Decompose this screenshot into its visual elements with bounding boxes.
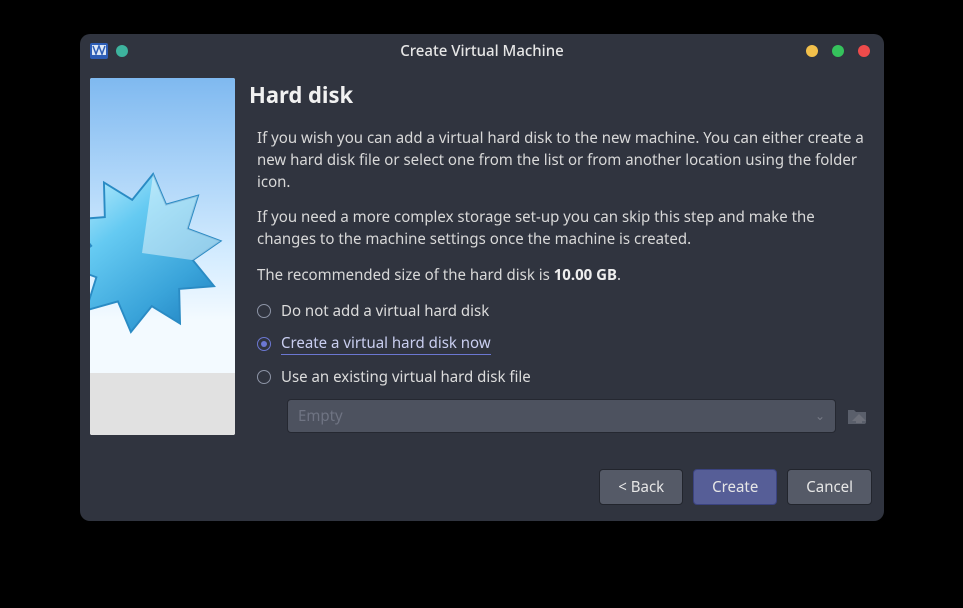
radio-label: Do not add a virtual hard disk: [281, 301, 489, 321]
close-button[interactable]: [858, 45, 870, 57]
description-1: If you wish you can add a virtual hard d…: [249, 128, 868, 193]
radio-create-disk[interactable]: Create a virtual hard disk now: [257, 333, 868, 355]
radio-no-disk[interactable]: Do not add a virtual hard disk: [257, 301, 868, 321]
radio-indicator: [257, 370, 271, 384]
create-vm-window: Create Virtual Machine: [80, 34, 884, 521]
radio-existing-disk[interactable]: Use an existing virtual hard disk file: [257, 367, 868, 387]
description-3: The recommended size of the hard disk is…: [249, 265, 868, 287]
wizard-side-image: [90, 78, 235, 435]
rec-size-suffix: .: [617, 265, 621, 285]
minimize-button[interactable]: [806, 45, 818, 57]
virtualbox-icon: [90, 43, 108, 59]
existing-disk-combo[interactable]: Empty ⌄: [287, 399, 836, 433]
wizard-footer: < Back Create Cancel: [80, 465, 884, 521]
titlebar[interactable]: Create Virtual Machine: [80, 34, 884, 68]
chevron-down-icon: ⌄: [815, 407, 825, 424]
recommended-size-value: 10.00 GB: [554, 265, 617, 285]
browse-disk-button[interactable]: [846, 405, 868, 427]
cancel-button[interactable]: Cancel: [787, 469, 872, 505]
radio-label: Create a virtual hard disk now: [281, 333, 491, 355]
rec-size-prefix: The recommended size of the hard disk is: [257, 265, 554, 285]
window-title: Create Virtual Machine: [80, 41, 884, 61]
page-heading: Hard disk: [249, 80, 868, 110]
radio-indicator: [257, 304, 271, 318]
radio-label: Use an existing virtual hard disk file: [281, 367, 531, 387]
maximize-button[interactable]: [832, 45, 844, 57]
combo-value: Empty: [298, 406, 343, 426]
back-button[interactable]: < Back: [599, 469, 683, 505]
description-2: If you need a more complex storage set-u…: [249, 207, 868, 251]
radio-indicator: [257, 337, 271, 351]
titlebar-leading-dot: [116, 45, 128, 57]
wizard-content: Hard disk If you wish you can add a virt…: [249, 78, 874, 455]
create-button[interactable]: Create: [693, 469, 777, 505]
